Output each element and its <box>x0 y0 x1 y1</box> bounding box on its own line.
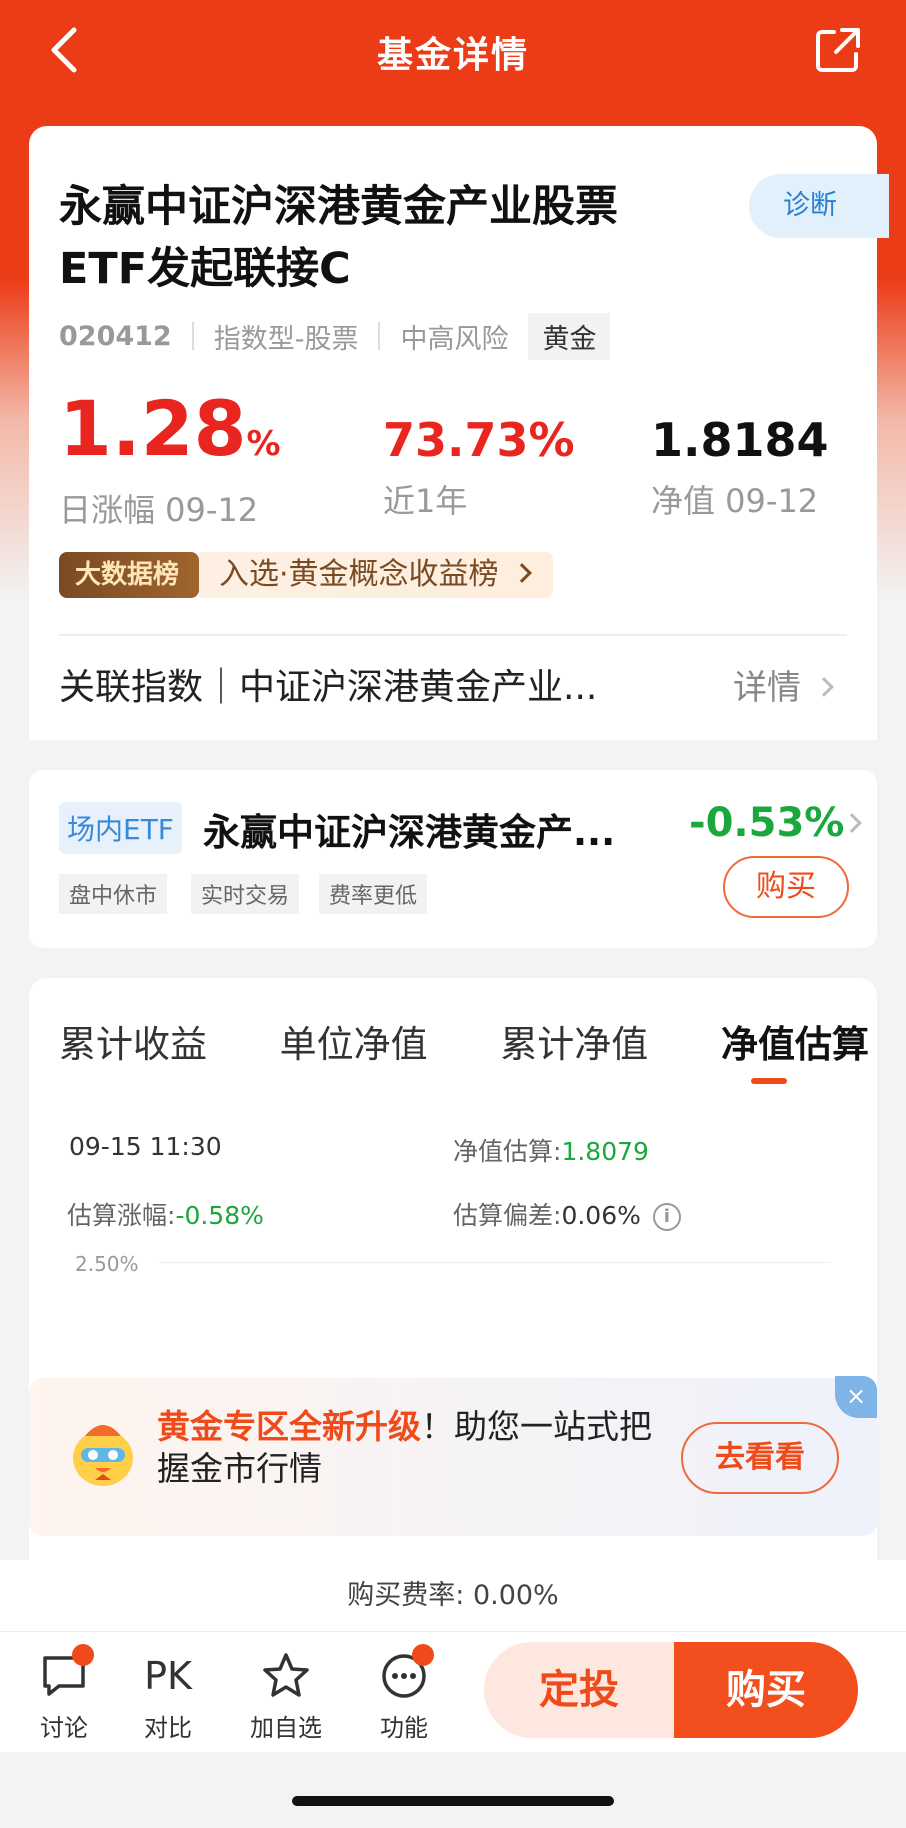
divider <box>191 322 194 350</box>
tab-cumulative-return[interactable]: 累计收益 <box>59 1014 207 1068</box>
fund-summary-card: 永赢中证沪深港黄金产业股票 ETF发起联接C 诊断 020412 指数型-股票 … <box>29 126 889 740</box>
diagnose-button[interactable]: 诊断 <box>749 174 889 238</box>
fund-theme-tag: 黄金 <box>528 312 611 360</box>
estimate-nav-label: 净值估算: <box>453 1137 562 1166</box>
rank-badge: 大数据榜 <box>59 552 200 598</box>
daily-change-stat: 1.28% 日涨幅 09-12 <box>59 388 281 531</box>
notification-dot <box>72 1644 94 1666</box>
estimate-deviation-value: 0.06% <box>561 1201 641 1230</box>
nav-value: 1.8184 <box>651 413 829 467</box>
estimate-time: 09-15 11:30 <box>69 1132 222 1161</box>
fund-tags: 020412 指数型-股票 中高风险 黄金 <box>59 312 611 360</box>
etf-card[interactable]: 场内ETF 永赢中证沪深港黄金产... -0.53% 盘中休市 实时交易 费率更… <box>29 770 877 948</box>
estimate-nav: 净值估算:1.8079 <box>453 1132 649 1168</box>
daily-change-unit: % <box>246 424 281 464</box>
fund-name-line1: 永赢中证沪深港黄金产业股票 <box>59 182 618 232</box>
chevron-right-icon <box>814 676 834 697</box>
related-detail-label: 详情 <box>733 668 801 708</box>
rank-text: 入选·黄金概念收益榜 <box>199 552 553 598</box>
promo-text: 黄金专区全新升级！助您一站式把握金市行情 <box>157 1406 657 1490</box>
year-return-value: 73.73% <box>383 413 575 467</box>
estimate-deviation-label: 估算偏差: <box>453 1201 562 1230</box>
nav-stat: 1.8184 净值 09-12 <box>651 410 829 522</box>
daily-change-value: 1.28 <box>59 384 247 473</box>
chevron-right-icon <box>842 813 862 833</box>
nav-functions[interactable]: 功能 <box>364 1644 444 1743</box>
active-tab-indicator <box>751 1078 787 1084</box>
fund-code: 020412 <box>59 320 172 352</box>
share-icon[interactable] <box>814 26 862 74</box>
estimate-nav-value: 1.8079 <box>561 1137 649 1166</box>
y-axis-tick: 2.50% <box>75 1252 139 1276</box>
promo-go-button[interactable]: 去看看 <box>681 1422 839 1494</box>
fund-name-line2: ETF发起联接C <box>59 244 351 294</box>
grid-line <box>159 1262 831 1263</box>
purchase-fee: 购买费率: 0.00% <box>0 1560 906 1632</box>
etf-chip: 费率更低 <box>319 874 428 914</box>
year-return-stat: 73.73% 近1年 <box>383 410 575 522</box>
nav-add-watchlist[interactable]: 加自选 <box>246 1650 326 1743</box>
nav-label: 净值 09-12 <box>651 482 819 520</box>
chart-tabs: 累计收益 单位净值 累计净值 净值估算 <box>59 1014 869 1068</box>
star-icon <box>263 1653 309 1697</box>
page-title: 基金详情 <box>376 35 529 76</box>
pk-icon: PK <box>144 1654 192 1698</box>
fund-risk: 中高风险 <box>400 323 509 355</box>
estimate-change-label: 估算涨幅: <box>67 1201 176 1230</box>
sip-button[interactable]: 定投 <box>484 1642 674 1738</box>
buy-button[interactable]: 购买 <box>674 1642 858 1738</box>
etf-chip: 实时交易 <box>191 874 300 914</box>
nav-discuss[interactable]: 讨论 <box>24 1644 104 1743</box>
etf-chip: 盘中休市 <box>59 874 168 914</box>
notification-dot <box>412 1644 434 1666</box>
nav-compare-label: 对比 <box>144 1714 192 1742</box>
home-indicator[interactable] <box>292 1796 614 1806</box>
nav-compare[interactable]: PK 对比 <box>128 1650 208 1743</box>
chevron-right-icon <box>511 562 532 583</box>
fund-name: 永赢中证沪深港黄金产业股票 ETF发起联接C <box>59 176 659 300</box>
fund-type: 指数型-股票 <box>213 323 359 355</box>
home-indicator-area <box>0 1752 906 1828</box>
etf-tag: 场内ETF <box>59 802 182 854</box>
promo-banner[interactable]: 黄金专区全新升级！助您一站式把握金市行情 去看看 × <box>29 1376 877 1536</box>
estimate-change-value: -0.58% <box>175 1201 264 1230</box>
info-icon[interactable]: i <box>652 1203 681 1231</box>
tab-unit-nav[interactable]: 单位净值 <box>280 1014 428 1068</box>
related-index[interactable]: 关联指数｜中证沪深港黄金产业... <box>59 658 597 710</box>
tab-cumulative-nav[interactable]: 累计净值 <box>500 1014 648 1068</box>
estimate-change: 估算涨幅:-0.58% <box>67 1196 264 1232</box>
etf-buy-button[interactable]: 购买 <box>723 856 849 918</box>
divider <box>59 634 847 636</box>
related-index-detail[interactable]: 详情 <box>733 660 834 709</box>
top-bar: 基金详情 <box>0 0 906 100</box>
etf-name: 永赢中证沪深港黄金产... <box>203 811 616 854</box>
daily-change-label: 日涨幅 09-12 <box>59 491 259 529</box>
nav-functions-label: 功能 <box>380 1714 428 1742</box>
etf-change: -0.53% <box>689 800 845 846</box>
estimate-deviation: 估算偏差:0.06% i <box>453 1196 681 1232</box>
year-return-label: 近1年 <box>383 482 468 520</box>
rank-text-label: 入选·黄金概念收益榜 <box>219 557 499 592</box>
nav-discuss-label: 讨论 <box>40 1714 88 1742</box>
bottom-action-bar: 讨论 PK 对比 加自选 功能 定投 购买 <box>0 1632 906 1752</box>
close-icon[interactable]: × <box>835 1376 877 1418</box>
promo-highlight: 黄金专区全新升级 <box>157 1407 421 1446</box>
rank-banner[interactable]: 大数据榜 入选·黄金概念收益榜 <box>59 552 553 598</box>
mascot-icon <box>73 1425 133 1486</box>
tab-nav-estimate[interactable]: 净值估算 <box>721 1014 869 1068</box>
nav-add-watchlist-label: 加自选 <box>250 1714 322 1742</box>
divider <box>378 322 381 350</box>
